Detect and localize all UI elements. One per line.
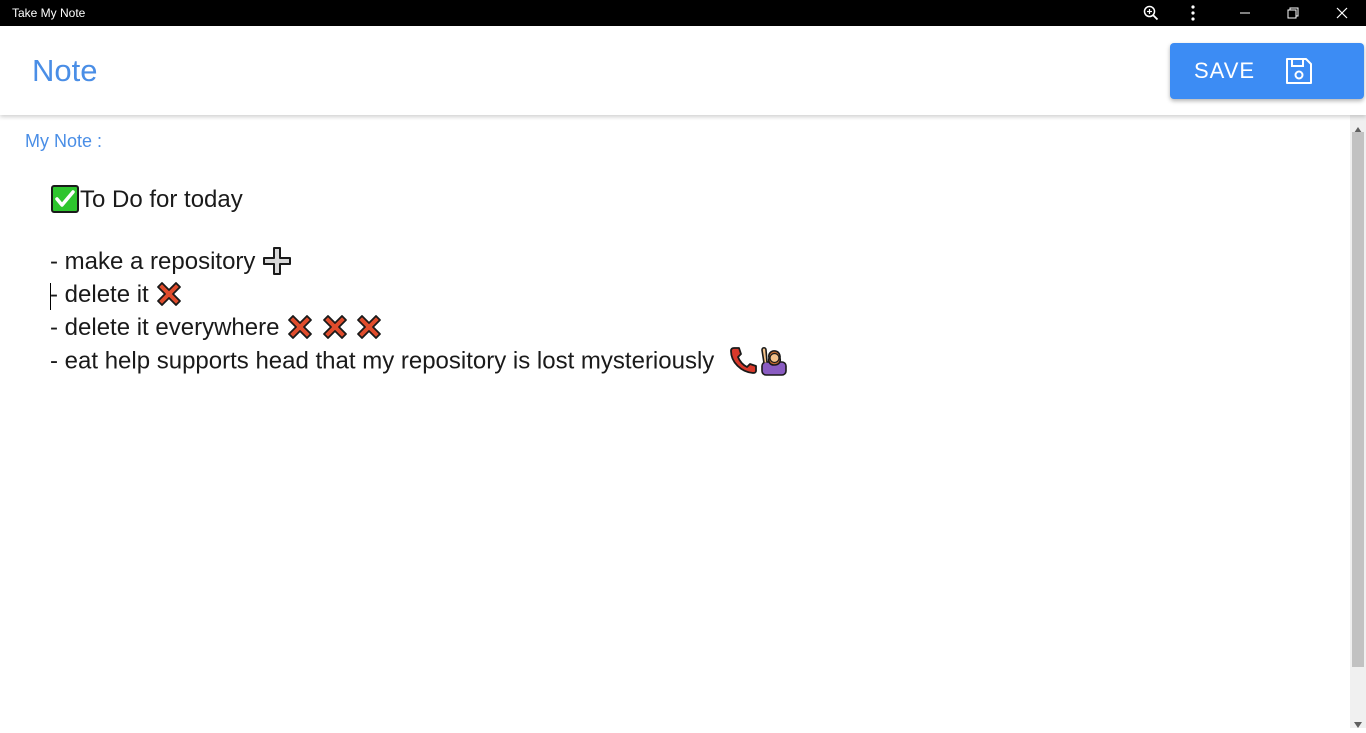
note-line-text: - make a repository <box>50 248 256 275</box>
zoom-icon[interactable] <box>1136 0 1166 26</box>
note-line: - delete it everywhere <box>50 313 383 343</box>
close-icon[interactable] <box>1319 0 1365 26</box>
note-line-text: - delete it everywhere <box>50 314 280 341</box>
cross-mark-icon <box>155 280 183 308</box>
cross-mark-icon <box>286 313 314 341</box>
restore-icon[interactable] <box>1270 0 1316 26</box>
note-line-text: - eat help supports head that my reposit… <box>50 347 715 375</box>
note-line: - eat help supports head that my reposit… <box>50 346 790 376</box>
note-line: - delete it <box>50 280 183 310</box>
cross-mark-icon <box>355 313 383 341</box>
minimize-icon[interactable] <box>1222 0 1268 26</box>
scroll-down-arrow-icon[interactable] <box>1354 715 1362 733</box>
telephone-receiver-icon <box>728 345 758 375</box>
app-title: Take My Note <box>12 6 86 20</box>
plus-icon <box>262 246 292 276</box>
note-line: To Do for today <box>50 184 243 215</box>
note-line-text: - delete it <box>50 281 149 308</box>
note-heading-text: To Do for today <box>80 186 243 213</box>
app-header: Note SAVE <box>0 26 1366 115</box>
person-raising-hand-icon <box>758 344 790 376</box>
note-label: My Note : <box>25 131 103 151</box>
floppy-disk-icon <box>1284 56 1314 91</box>
cross-mark-icon <box>321 313 349 341</box>
page-title: Note <box>32 53 98 88</box>
note-line: - make a repository <box>50 246 292 277</box>
save-button-label: SAVE <box>1194 58 1256 83</box>
scrollbar-thumb[interactable] <box>1352 132 1364 667</box>
title-bar: Take My Note <box>0 0 1366 26</box>
more-icon[interactable] <box>1178 0 1208 26</box>
save-button[interactable]: SAVE <box>1170 43 1364 99</box>
vertical-scrollbar[interactable] <box>1350 115 1366 728</box>
note-editor-area[interactable]: My Note : To Do for today - make a repos… <box>0 115 1350 728</box>
check-mark-button-icon <box>50 184 80 214</box>
